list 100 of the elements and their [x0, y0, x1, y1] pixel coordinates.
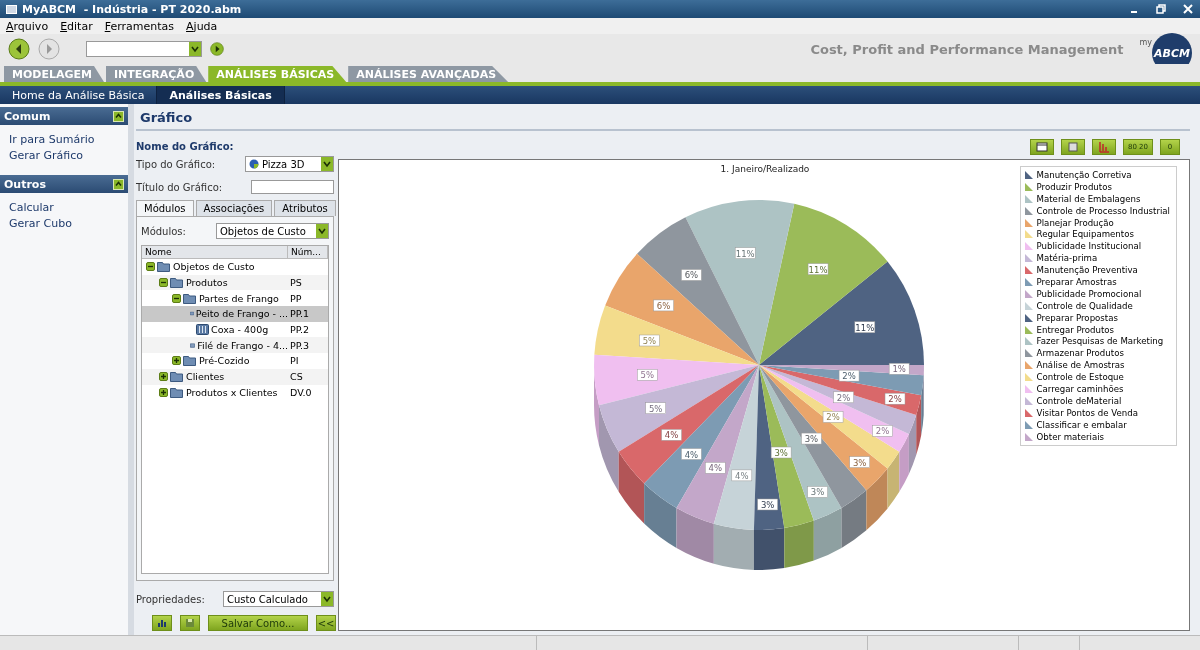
back-button[interactable] — [8, 38, 30, 60]
data-label: 5% — [637, 369, 658, 381]
legend-label: Classificar e embalar — [1036, 419, 1127, 430]
tree-row[interactable]: Produtos PS — [142, 274, 328, 291]
column-header[interactable]: Nome — [142, 246, 288, 258]
save-button[interactable] — [180, 615, 200, 631]
data-label: 2% — [888, 394, 902, 405]
data-label: 1% — [892, 364, 906, 375]
column-header[interactable]: Núm... — [288, 246, 328, 258]
sidebar-link[interactable]: Ir para Sumário — [9, 133, 119, 146]
tree-row[interactable]: Partes de Frango PP — [142, 290, 328, 307]
legend-label: Carregar caminhões — [1036, 384, 1124, 395]
data-label: 3% — [774, 448, 788, 459]
legend-label: Preparar Propostas — [1036, 312, 1118, 323]
expand-icon[interactable] — [159, 387, 168, 397]
tree-node-label: Clientes — [186, 371, 225, 383]
tree-node-label: Produtos — [186, 277, 228, 289]
menu-item[interactable]: Ajuda — [186, 19, 218, 33]
chart-type-select[interactable]: Pizza 3D — [245, 156, 334, 172]
tree-node-code: PP.2 — [289, 324, 311, 336]
data-label: 4% — [661, 429, 682, 441]
tree-node-label: Pré-Cozido — [199, 355, 250, 367]
pie-slice-side — [676, 507, 714, 564]
legend-label: Regular Equipamentos — [1036, 229, 1134, 240]
navigation-combo[interactable] — [86, 41, 202, 57]
tree-row[interactable]: Peito de Frango - ... PP.1 — [142, 306, 328, 322]
panel-tab[interactable]: Atributos — [274, 200, 336, 216]
tagline: Cost, Profit and Performance Management — [810, 41, 1124, 57]
chart-title-input[interactable] — [251, 180, 334, 194]
chart-tool-button[interactable] — [1060, 139, 1085, 155]
data-label: 4% — [735, 470, 749, 481]
tree-row[interactable]: Filé de Frango - 4... PP.3 — [142, 337, 328, 354]
tree-row[interactable]: Clientes CS — [142, 368, 328, 385]
data-label: 4% — [731, 469, 753, 482]
expand-icon[interactable] — [172, 356, 181, 366]
tree-row[interactable]: Objetos de Custo — [142, 259, 328, 275]
data-label: 4% — [681, 448, 702, 460]
subnav-tab[interactable]: Análises Básicas — [157, 86, 285, 104]
collapse-panel-button[interactable]: << — [316, 615, 336, 631]
expand-icon[interactable] — [159, 372, 168, 382]
pie-slice-side — [784, 520, 814, 569]
legend-label: Controle de Qualidade — [1036, 300, 1133, 311]
data-label: 2% — [884, 392, 906, 405]
tree-node-code: PI — [289, 355, 300, 367]
caret-icon — [316, 224, 328, 238]
collapse-icon[interactable] — [172, 293, 181, 303]
menu-item[interactable]: Arquivo — [6, 19, 49, 33]
tree-row[interactable]: Pré-Cozido PI — [142, 353, 328, 369]
tree-row[interactable]: Coxa - 400g PP.2 — [142, 321, 328, 338]
chart-button[interactable] — [152, 615, 172, 631]
tree-node-label: Coxa - 400g — [211, 324, 269, 336]
legend-label: Controle de Processo Industrial — [1036, 205, 1170, 216]
chart-tool-button[interactable] — [1091, 139, 1116, 155]
data-label: 3% — [807, 486, 828, 498]
legend-label: Planejar Produção — [1036, 217, 1114, 228]
data-label: 6% — [681, 269, 702, 281]
data-label: 11% — [807, 263, 829, 275]
legend-label: Publicidade Promocional — [1036, 288, 1142, 299]
modules-select[interactable]: Objetos de Custo — [216, 223, 329, 239]
data-label: 4% — [705, 462, 726, 474]
square-icon — [1065, 140, 1080, 154]
data-label: 11% — [734, 247, 756, 259]
window-title: MyABCM - Indústria - PT 2020.abm — [22, 2, 243, 16]
panel-tab[interactable]: Associações — [195, 200, 273, 216]
data-label: 1% — [888, 363, 910, 375]
sidebar-link[interactable]: Calcular — [9, 201, 119, 214]
chart-tool-button[interactable] — [1029, 139, 1054, 155]
bar-chart-icon — [1096, 140, 1111, 154]
sidebar-header[interactable]: Outros — [0, 175, 128, 193]
legend-label: Fazer Pesquisas de Marketing — [1036, 336, 1164, 347]
field-label: Título do Gráfico: — [136, 181, 223, 193]
collapse-icon[interactable] — [159, 278, 168, 288]
tree-row[interactable]: Produtos x Clientes DV.0 — [142, 384, 328, 401]
data-label: 2% — [822, 411, 844, 423]
pie-slice-side — [841, 490, 867, 548]
sidebar-header[interactable]: Comum — [0, 107, 128, 125]
panel-tab[interactable]: Módulos — [136, 200, 194, 216]
properties-select[interactable]: Custo Calculado — [223, 591, 334, 607]
legend-label: Controle de Estoque — [1036, 372, 1124, 383]
caret-icon — [189, 42, 201, 56]
menu-item[interactable]: Ferramentas — [104, 19, 175, 33]
menu-item[interactable]: Editar — [60, 19, 93, 33]
restore-icon[interactable] — [1155, 3, 1167, 15]
close-icon[interactable] — [1182, 3, 1194, 15]
legend-label: Manutenção Corretiva — [1036, 170, 1132, 180]
tree-node-label: Peito de Frango - ... — [195, 308, 288, 320]
go-button[interactable] — [210, 42, 224, 56]
legend-label: Entregar Produtos — [1036, 324, 1115, 335]
sidebar-link[interactable]: Gerar Gráfico — [9, 149, 119, 162]
tree-node-label: Produtos x Clientes — [186, 386, 278, 398]
legend-label: Produzir Produtos — [1036, 181, 1112, 192]
save-icon — [185, 618, 195, 628]
chart-title: 1. Janeiro/Realizado — [720, 164, 810, 174]
tree-node-code: PP.3 — [289, 339, 311, 351]
sidebar-link[interactable]: Gerar Cubo — [9, 217, 119, 230]
save-as-button[interactable]: Salvar Como... — [208, 615, 308, 631]
collapse-icon[interactable] — [146, 262, 155, 272]
legend-label: Publicidade Institucional — [1036, 241, 1142, 252]
tree-node-label: Objetos de Custo — [173, 261, 255, 273]
legend-label: Preparar Amostras — [1036, 277, 1117, 287]
